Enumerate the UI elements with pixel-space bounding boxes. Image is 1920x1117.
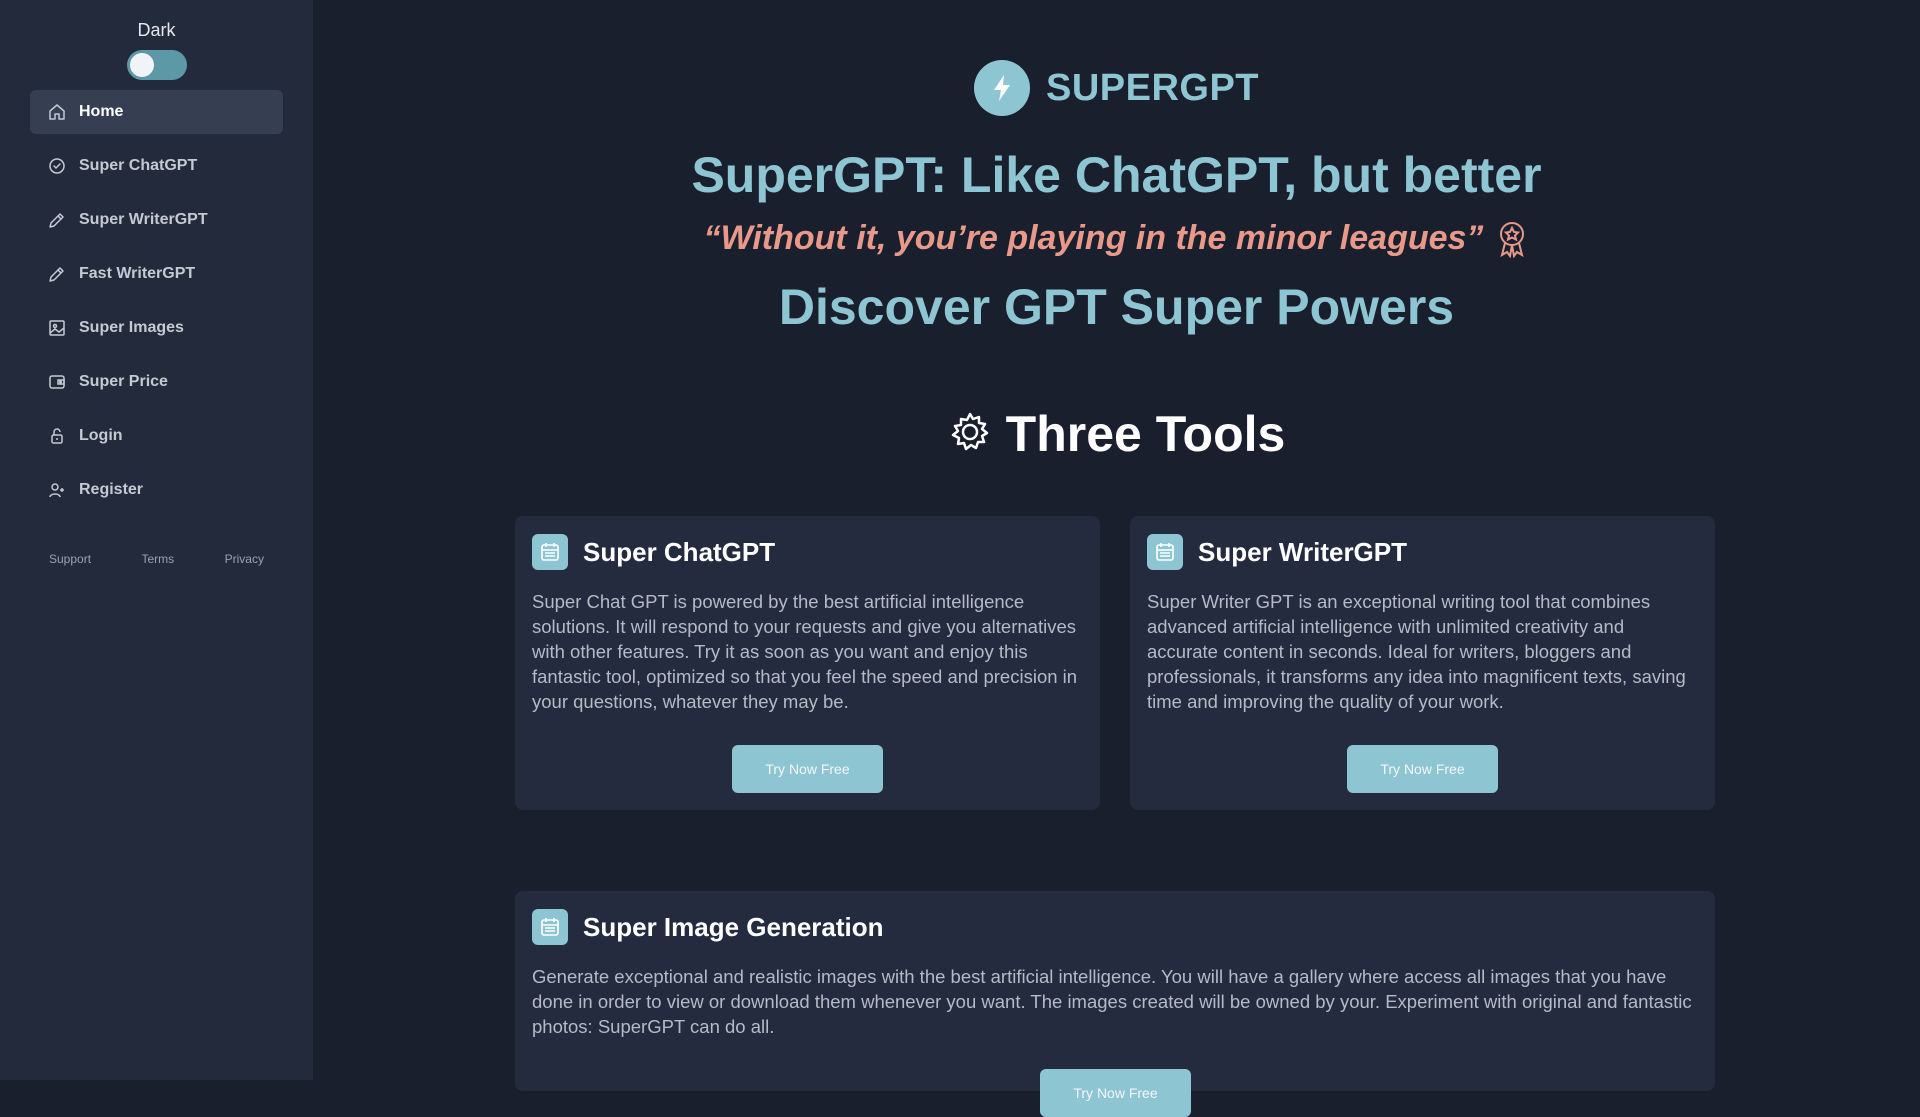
tool-card-super-writergpt: Super WriterGPT Super Writer GPT is an e…: [1130, 516, 1715, 810]
page-headline: SuperGPT: Like ChatGPT, but better: [691, 147, 1542, 203]
sidebar-nav: Home Super ChatGPT Super WriterGPT Fast …: [30, 90, 283, 522]
lightning-icon: [973, 60, 1030, 116]
sidebar-item-super-price[interactable]: Super Price: [30, 360, 283, 404]
sidebar: Dark Home Super ChatGPT Super WriterGPT: [0, 0, 313, 1080]
try-now-button[interactable]: Try Now Free: [1040, 1069, 1191, 1117]
tool-card-super-chatgpt: Super ChatGPT Super Chat GPT is powered …: [515, 516, 1100, 810]
sidebar-item-super-images[interactable]: Super Images: [30, 306, 283, 350]
sidebar-item-home[interactable]: Home: [30, 90, 283, 134]
sidebar-item-register[interactable]: Register: [30, 468, 283, 512]
card-title: Super ChatGPT: [583, 536, 776, 567]
tool-card-super-image-generation: Super Image Generation Generate exceptio…: [515, 891, 1715, 1117]
sidebar-item-label: Super WriterGPT: [79, 211, 208, 228]
brand: SUPERGPT: [313, 60, 1920, 116]
sidebar-item-login[interactable]: Login: [30, 414, 283, 458]
support-link[interactable]: Support: [49, 552, 91, 566]
sidebar-item-super-chatgpt[interactable]: Super ChatGPT: [30, 144, 283, 188]
sidebar-item-label: Super Price: [79, 373, 168, 390]
home-icon: [47, 102, 67, 122]
gear-icon: [948, 410, 992, 459]
quote-row: “Without it, you’re playing in the minor…: [313, 219, 1920, 258]
sidebar-item-label: Fast WriterGPT: [79, 265, 196, 282]
card-header: Super Image Generation: [532, 909, 884, 945]
theme-toggle-group: Dark: [0, 18, 313, 85]
privacy-link[interactable]: Privacy: [225, 552, 264, 566]
lock-icon: [47, 426, 67, 446]
sidebar-footer: Support Terms Privacy: [30, 552, 283, 566]
pencil-icon: [47, 264, 67, 284]
sidebar-item-label: Super Images: [79, 319, 184, 336]
theme-toggle[interactable]: [126, 50, 187, 80]
sidebar-item-super-writergpt[interactable]: Super WriterGPT: [30, 198, 283, 242]
calendar-icon: [1147, 534, 1183, 570]
card-description: Super Chat GPT is powered by the best ar…: [532, 591, 1078, 712]
try-now-button[interactable]: Try Now Free: [1347, 745, 1498, 793]
image-icon: [47, 318, 67, 338]
sidebar-item-label: Login: [79, 427, 123, 444]
theme-label: Dark: [137, 20, 176, 40]
card-description: Generate exceptional and realistic image…: [532, 966, 1692, 1037]
tagline-quote: “Without it, you’re playing in the minor…: [703, 219, 1484, 257]
main-content: SUPERGPT SuperGPT: Like ChatGPT, but bet…: [313, 0, 1920, 1117]
card-header: Super WriterGPT: [1147, 534, 1407, 570]
page-subheadline: Discover GPT Super Powers: [778, 279, 1455, 335]
tools-section-header: Three Tools: [313, 405, 1920, 463]
wallet-icon: [47, 372, 67, 392]
brand-name: SUPERGPT: [1045, 66, 1260, 109]
try-now-button[interactable]: Try Now Free: [732, 745, 883, 793]
sidebar-item-label: Register: [79, 481, 144, 498]
toggle-knob: [129, 53, 154, 77]
sidebar-item-label: Home: [79, 103, 124, 120]
card-title: Super WriterGPT: [1198, 536, 1408, 567]
sidebar-item-label: Super ChatGPT: [79, 157, 198, 174]
section-title: Three Tools: [1005, 406, 1286, 462]
sidebar-item-fast-writergpt[interactable]: Fast WriterGPT: [30, 252, 283, 296]
user-add-icon: [47, 480, 67, 500]
terms-link[interactable]: Terms: [142, 552, 175, 566]
calendar-icon: [532, 534, 568, 570]
award-ribbon-icon: [1495, 220, 1529, 258]
calendar-icon: [532, 909, 568, 945]
chat-icon: [47, 156, 67, 176]
card-description: Super Writer GPT is an exceptional writi…: [1147, 591, 1686, 712]
pencil-icon: [47, 210, 67, 230]
card-title: Super Image Generation: [583, 911, 884, 942]
card-header: Super ChatGPT: [532, 534, 775, 570]
